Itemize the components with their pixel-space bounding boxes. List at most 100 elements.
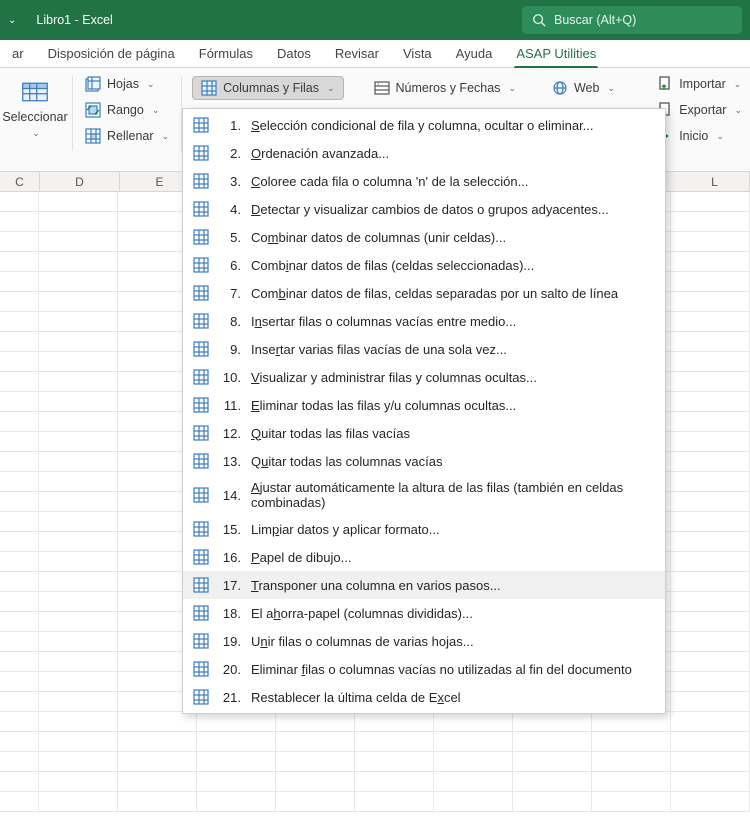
cell[interactable] [39, 712, 118, 731]
cell[interactable] [671, 472, 750, 491]
cell[interactable] [0, 212, 39, 231]
menu-item-1[interactable]: 1.Selección condicional de fila y column… [183, 111, 665, 139]
cell[interactable] [671, 372, 750, 391]
cell[interactable] [671, 212, 750, 231]
cell[interactable] [0, 272, 39, 291]
cell[interactable] [39, 672, 118, 691]
cell[interactable] [513, 752, 592, 771]
grid-row[interactable] [0, 712, 750, 732]
cell[interactable] [0, 772, 39, 791]
cell[interactable] [434, 772, 513, 791]
cell[interactable] [0, 412, 39, 431]
tab-view[interactable]: Vista [391, 40, 444, 68]
cell[interactable] [513, 792, 592, 811]
cell[interactable] [0, 652, 39, 671]
menu-item-12[interactable]: 12.Quitar todas las filas vacías [183, 419, 665, 447]
cell[interactable] [0, 232, 39, 251]
cell[interactable] [39, 432, 118, 451]
cell[interactable] [671, 752, 750, 771]
cell[interactable] [671, 332, 750, 351]
cell[interactable] [671, 432, 750, 451]
cell[interactable] [197, 712, 276, 731]
cell[interactable] [671, 232, 750, 251]
menu-item-5[interactable]: 5.Combinar datos de columnas (unir celda… [183, 223, 665, 251]
cell[interactable] [0, 632, 39, 651]
cell[interactable] [39, 732, 118, 751]
cell[interactable] [671, 272, 750, 291]
tab-asap-utilities[interactable]: ASAP Utilities [504, 40, 608, 68]
cell[interactable] [39, 392, 118, 411]
cell[interactable] [0, 532, 39, 551]
search-input[interactable] [554, 13, 694, 27]
cell[interactable] [671, 672, 750, 691]
cell[interactable] [0, 672, 39, 691]
cell[interactable] [592, 772, 671, 791]
cell[interactable] [671, 652, 750, 671]
menu-item-8[interactable]: 8.Insertar filas o columnas vacías entre… [183, 307, 665, 335]
qat-dropdown-icon[interactable]: ⌄ [8, 15, 16, 26]
cell[interactable] [592, 712, 671, 731]
tab-help[interactable]: Ayuda [444, 40, 505, 68]
grid-row[interactable] [0, 732, 750, 752]
cell[interactable] [0, 692, 39, 711]
cell[interactable] [0, 452, 39, 471]
cell[interactable] [671, 612, 750, 631]
cell[interactable] [434, 732, 513, 751]
cell[interactable] [671, 452, 750, 471]
tab-data[interactable]: Datos [265, 40, 323, 68]
cell[interactable] [0, 312, 39, 331]
cell[interactable] [39, 632, 118, 651]
tab-formulas[interactable]: Fórmulas [187, 40, 265, 68]
cell[interactable] [671, 712, 750, 731]
tab-fragment[interactable]: ar [0, 40, 36, 68]
cell[interactable] [513, 712, 592, 731]
cell[interactable] [355, 752, 434, 771]
cell[interactable] [197, 772, 276, 791]
cell[interactable] [39, 192, 118, 211]
cell[interactable] [0, 612, 39, 631]
cell[interactable] [671, 632, 750, 651]
import-button[interactable]: Importar⌄ [655, 74, 743, 94]
menu-item-4[interactable]: 4.Detectar y visualizar cambios de datos… [183, 195, 665, 223]
menu-item-20[interactable]: 20.Eliminar filas o columnas vacías no u… [183, 655, 665, 683]
range-button[interactable]: Rango⌄ [79, 100, 175, 120]
web-button[interactable]: Web⌄ [546, 78, 621, 98]
grid-row[interactable] [0, 792, 750, 812]
cell[interactable] [39, 572, 118, 591]
cell[interactable] [118, 752, 197, 771]
numbers-dates-button[interactable]: 1 Números y Fechas⌄ [368, 78, 522, 98]
col-header[interactable]: L [680, 172, 750, 191]
select-button[interactable]: Seleccionar ⌄ [4, 74, 66, 143]
cell[interactable] [39, 772, 118, 791]
cell[interactable] [671, 732, 750, 751]
cell[interactable] [0, 332, 39, 351]
search-box[interactable] [522, 6, 742, 34]
cell[interactable] [0, 732, 39, 751]
cell[interactable] [39, 252, 118, 271]
cell[interactable] [513, 772, 592, 791]
grid-row[interactable] [0, 752, 750, 772]
cell[interactable] [0, 292, 39, 311]
cell[interactable] [276, 712, 355, 731]
menu-item-3[interactable]: 3.Coloree cada fila o columna 'n' de la … [183, 167, 665, 195]
grid-row[interactable] [0, 772, 750, 792]
menu-item-10[interactable]: 10.Visualizar y administrar filas y colu… [183, 363, 665, 391]
cell[interactable] [355, 712, 434, 731]
cell[interactable] [0, 432, 39, 451]
menu-item-14[interactable]: 14.Ajustar automáticamente la altura de … [183, 475, 665, 515]
cell[interactable] [276, 732, 355, 751]
cell[interactable] [39, 512, 118, 531]
cell[interactable] [0, 712, 39, 731]
cell[interactable] [197, 752, 276, 771]
cell[interactable] [39, 532, 118, 551]
cell[interactable] [39, 472, 118, 491]
menu-item-9[interactable]: 9.Insertar varias filas vacías de una so… [183, 335, 665, 363]
cell[interactable] [39, 792, 118, 811]
cell[interactable] [39, 452, 118, 471]
menu-item-18[interactable]: 18.El ahorra-papel (columnas divididas).… [183, 599, 665, 627]
cell[interactable] [0, 572, 39, 591]
cell[interactable] [671, 192, 750, 211]
cell[interactable] [39, 312, 118, 331]
cell[interactable] [118, 712, 197, 731]
export-button[interactable]: Exportar⌄ [655, 100, 744, 120]
